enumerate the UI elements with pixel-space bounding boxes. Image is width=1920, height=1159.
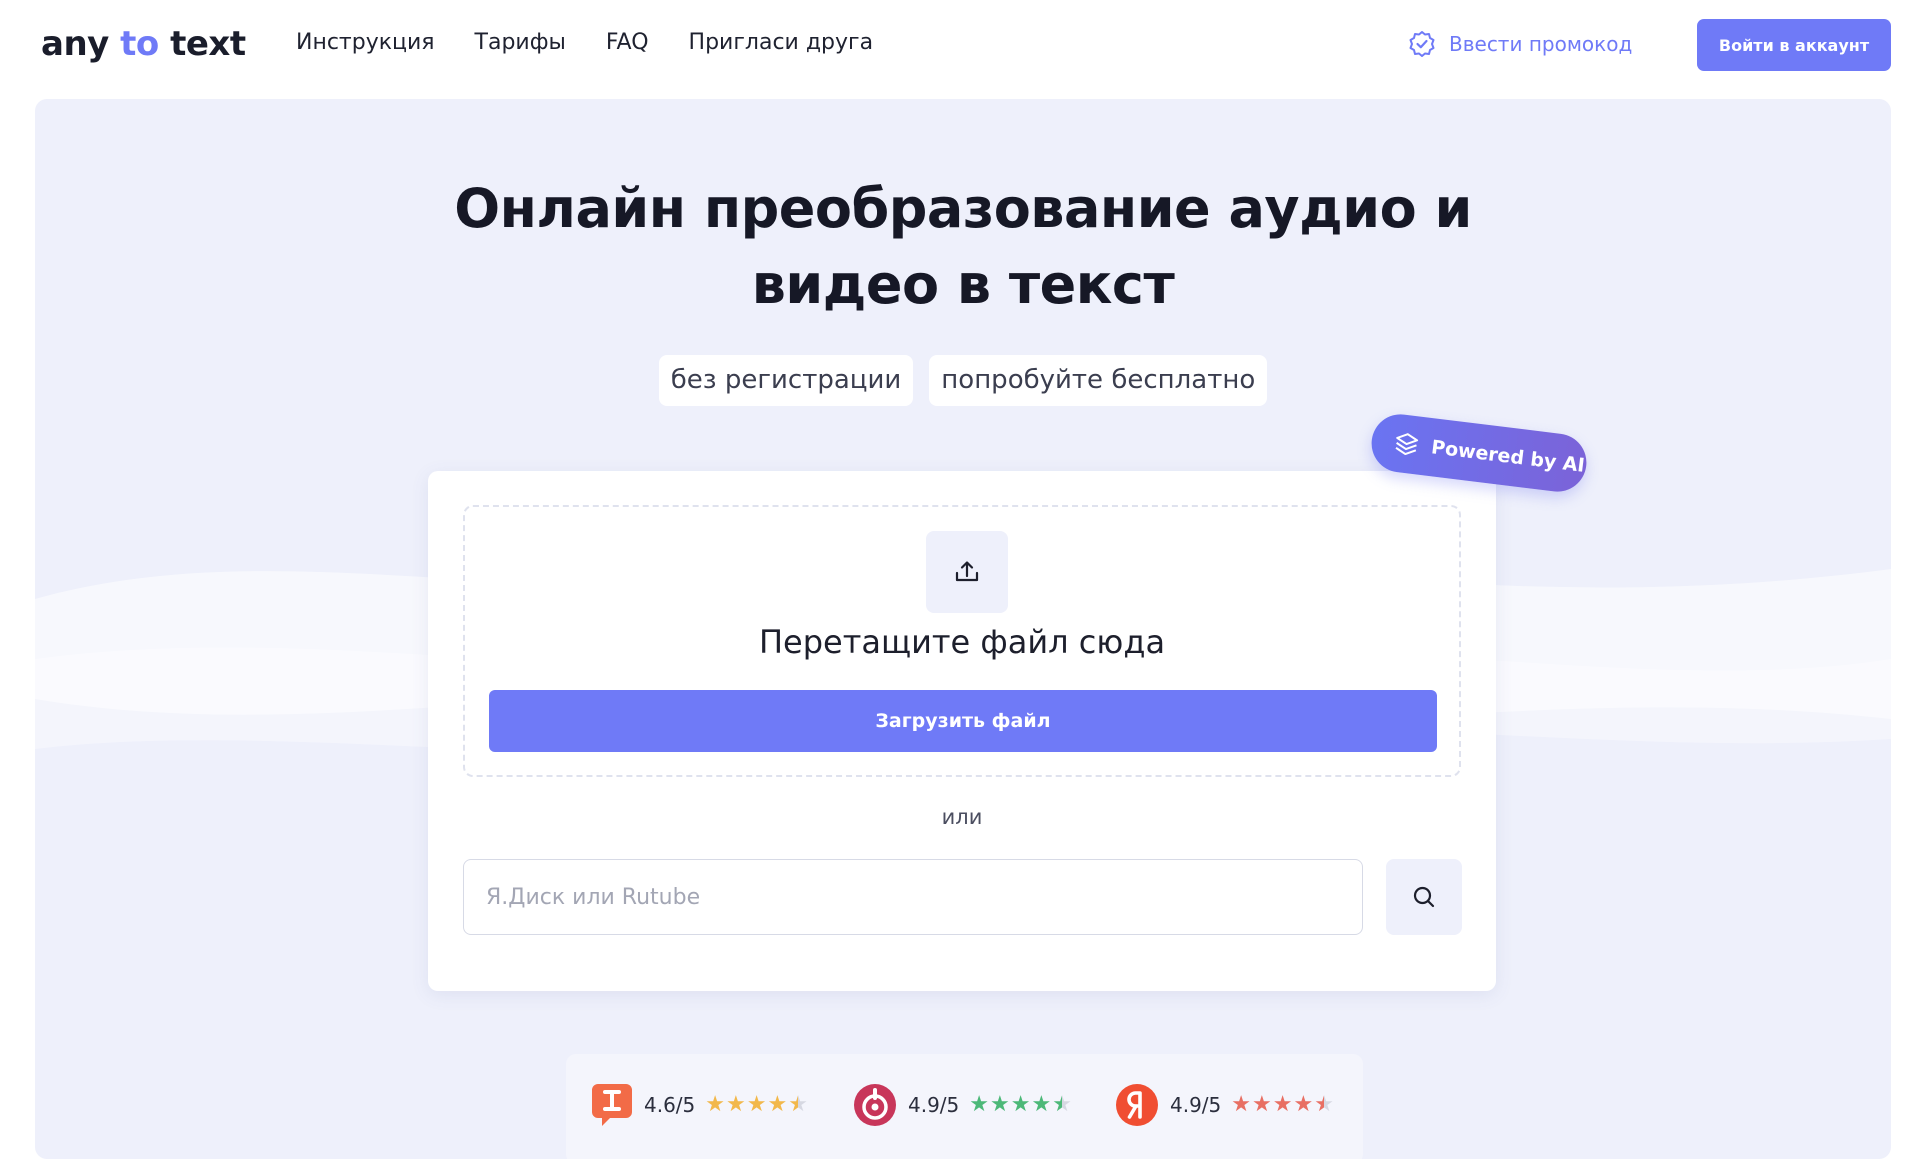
powered-by-ai-label: Powered by AI: [1430, 436, 1586, 477]
star-icon: ★: [1293, 1092, 1314, 1117]
rating-value: 4.9/5: [908, 1093, 960, 1117]
search-icon: [1413, 886, 1435, 908]
ratings-bar: 4.6/5 ★ ★ ★ ★ ★ 4.9/5 ★ ★ ★ ★ ★ 4.9/5 ★ ★ ★ ★ ★: [566, 1054, 1363, 1159]
upload-file-button[interactable]: Загрузить файл: [489, 690, 1437, 752]
nav-link-pricing[interactable]: Тарифы: [475, 30, 566, 55]
upload-icon: [955, 561, 979, 582]
rating-otzovik[interactable]: 4.9/5 ★ ★ ★ ★ ★: [852, 1082, 1072, 1128]
rating-stars: ★ ★ ★ ★ ★: [1231, 1094, 1334, 1116]
url-input[interactable]: [463, 859, 1363, 935]
star-icon: ★: [1252, 1092, 1272, 1117]
top-header: any to text Инструкция Тарифы FAQ Пригла…: [0, 0, 1920, 92]
tag-no-registration: без регистрации: [658, 355, 914, 406]
star-icon: ★: [1272, 1092, 1293, 1117]
upload-icon-box: [926, 531, 1008, 613]
upload-card: Перетащите файл сюда Загрузить файл или: [428, 471, 1496, 991]
rating-value: 4.6/5: [644, 1093, 696, 1117]
page-title-line-1: Онлайн преобразование аудио и: [454, 177, 1472, 240]
or-separator: или: [941, 805, 983, 829]
main-nav: Инструкция Тарифы FAQ Пригласи друга: [296, 30, 873, 55]
yandex-icon: [1116, 1084, 1158, 1126]
hero-section: Онлайн преобразование аудио и видео в те…: [35, 99, 1891, 1159]
rating-stars: ★ ★ ★ ★ ★: [969, 1094, 1072, 1116]
nav-link-faq[interactable]: FAQ: [606, 30, 649, 55]
star-icon: ★: [969, 1092, 990, 1117]
star-icon: ★: [990, 1092, 1010, 1117]
otzovik-icon: [854, 1084, 896, 1126]
rating-yandex[interactable]: 4.9/5 ★ ★ ★ ★ ★: [1114, 1082, 1334, 1128]
star-icon: ★: [1031, 1092, 1052, 1117]
rating-irecommend[interactable]: 4.6/5 ★ ★ ★ ★ ★: [590, 1082, 808, 1128]
star-icon: ★: [1010, 1092, 1031, 1117]
promo-code-link[interactable]: Ввести промокод: [1407, 29, 1632, 59]
nav-link-instructions[interactable]: Инструкция: [296, 30, 435, 55]
star-icon: ★: [705, 1092, 726, 1117]
star-icon: ★: [1052, 1092, 1072, 1117]
file-dropzone[interactable]: Перетащите файл сюда Загрузить файл: [463, 505, 1461, 777]
irecommend-icon: [592, 1084, 632, 1126]
search-button[interactable]: [1386, 859, 1462, 935]
layers-icon: [1395, 433, 1419, 456]
nav-link-invite-friend[interactable]: Пригласи друга: [689, 30, 874, 55]
login-button[interactable]: Войти в аккаунт: [1697, 19, 1891, 71]
star-icon: ★: [726, 1092, 746, 1117]
feature-tags: без регистрации попробуйте бесплатно: [35, 355, 1891, 406]
rating-stars: ★ ★ ★ ★ ★: [705, 1094, 808, 1116]
promo-code-label: Ввести промокод: [1449, 32, 1633, 56]
rating-value: 4.9/5: [1170, 1093, 1222, 1117]
badge-check-icon: [1409, 31, 1435, 57]
star-icon: ★: [767, 1092, 788, 1117]
star-icon: ★: [1314, 1092, 1334, 1117]
page-title: Онлайн преобразование аудио и видео в те…: [35, 171, 1891, 323]
page-title-line-2: видео в текст: [751, 253, 1175, 316]
site-logo[interactable]: any to text: [41, 24, 246, 64]
star-icon: ★: [1231, 1092, 1252, 1117]
star-icon: ★: [788, 1092, 808, 1117]
tag-try-free: попробуйте бесплатно: [929, 355, 1268, 406]
drop-file-text: Перетащите файл сюда: [758, 623, 1166, 661]
star-icon: ★: [746, 1092, 767, 1117]
